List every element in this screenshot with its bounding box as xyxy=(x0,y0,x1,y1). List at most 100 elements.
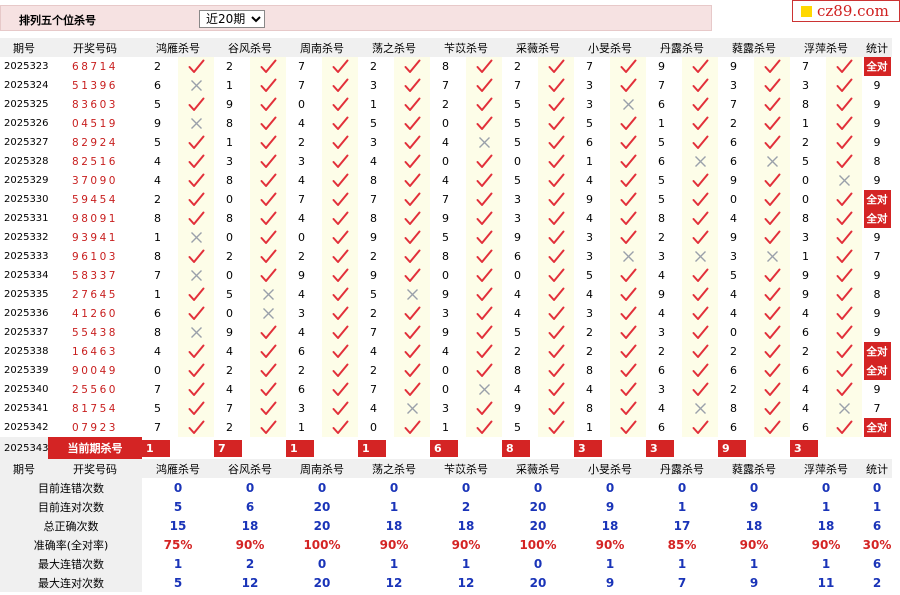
check-icon xyxy=(692,268,708,282)
summary-row: 总正确次数 15 18 20 18 18 20 18 17 18 18 6 xyxy=(0,516,892,535)
kill-number: 9 xyxy=(442,326,449,339)
period-range-select[interactable]: 近20期 xyxy=(199,10,265,28)
check-icon xyxy=(332,192,348,206)
check-icon xyxy=(764,211,780,225)
kill-result xyxy=(466,342,502,361)
kill-result xyxy=(754,209,790,228)
kill-result xyxy=(682,190,718,209)
kill-number: 0 xyxy=(514,269,521,282)
cross-icon xyxy=(190,80,202,91)
kill-number: 2 xyxy=(802,345,809,358)
period-cell: 2025340 xyxy=(4,384,48,395)
kill-result xyxy=(394,342,430,361)
check-icon xyxy=(764,325,780,339)
kill-number: 4 xyxy=(586,383,593,396)
column-header: 小旻杀号 xyxy=(574,459,646,478)
check-icon xyxy=(548,116,564,130)
row-stat: 全对 xyxy=(862,57,892,76)
kill-result xyxy=(322,209,358,228)
all-correct-badge: 全对 xyxy=(863,190,891,209)
column-header: 鸿雁杀号 xyxy=(142,459,214,478)
check-icon xyxy=(332,420,348,434)
kill-number: 0 xyxy=(442,117,449,130)
site-logo[interactable]: cz89.com xyxy=(792,0,900,22)
summary-value: 0 xyxy=(173,480,183,495)
kill-number: 5 xyxy=(154,402,161,415)
summary-value: 18 xyxy=(745,518,763,533)
kill-result xyxy=(538,247,574,266)
check-icon xyxy=(188,211,204,225)
check-icon xyxy=(548,97,564,111)
check-icon xyxy=(620,268,636,282)
check-icon xyxy=(260,154,276,168)
kill-result xyxy=(466,228,502,247)
table-row: 2025330 59454 2 0 7 7 7 3 9 5 0 0 全对 xyxy=(0,190,892,209)
table-row: 2025341 81754 5 7 3 4 3 9 8 4 8 4 7 xyxy=(0,399,892,418)
check-icon xyxy=(836,192,852,206)
kill-number: 4 xyxy=(514,383,521,396)
kill-result xyxy=(754,152,790,171)
kill-result xyxy=(754,76,790,95)
current-kill-number: 1 xyxy=(358,439,386,457)
current-kill-number: 3 xyxy=(790,439,818,457)
check-icon xyxy=(764,230,780,244)
kill-result xyxy=(754,342,790,361)
kill-number: 2 xyxy=(514,60,521,73)
kill-result xyxy=(682,380,718,399)
kill-number: 2 xyxy=(730,117,737,130)
kill-number: 9 xyxy=(226,326,233,339)
check-icon xyxy=(476,287,492,301)
kill-result xyxy=(682,152,718,171)
kill-result xyxy=(322,342,358,361)
check-icon xyxy=(620,154,636,168)
kill-result xyxy=(682,342,718,361)
kill-result xyxy=(754,95,790,114)
kill-number: 8 xyxy=(442,250,449,263)
kill-result xyxy=(466,114,502,133)
kill-result xyxy=(466,57,502,76)
check-icon xyxy=(548,78,564,92)
current-kill-cell: 1 xyxy=(286,437,322,459)
kill-number: 2 xyxy=(514,345,521,358)
summary-value: 90% xyxy=(451,537,481,552)
check-icon xyxy=(836,363,852,377)
kill-result xyxy=(538,190,574,209)
summary-value: 0 xyxy=(821,480,831,495)
winning-numbers: 16463 xyxy=(72,345,118,358)
table-row: 2025324 51396 6 1 7 3 7 7 3 7 3 3 9 xyxy=(0,76,892,95)
table-header-row: 期号 开奖号码 鸿雁杀号 谷风杀号 周南杀号 荡之杀号 苄苡杀号 采薇杀号 小旻杀号 丹露杀号 蕤露… xyxy=(0,38,892,57)
check-icon xyxy=(332,363,348,377)
kill-result xyxy=(538,380,574,399)
kill-number: 5 xyxy=(514,421,521,434)
summary-value: 90% xyxy=(235,537,265,552)
column-header: 期号 xyxy=(0,38,48,57)
kill-number: 3 xyxy=(442,307,449,320)
summary-row: 最大连对次数 5 12 20 12 12 20 9 7 9 11 2 xyxy=(0,573,892,592)
kill-result xyxy=(754,133,790,152)
column-header: 蕤露杀号 xyxy=(718,38,790,57)
kill-number: 3 xyxy=(586,98,593,111)
summary-value: 6 xyxy=(872,556,882,571)
row-stat: 8 xyxy=(873,288,881,301)
kill-number: 9 xyxy=(442,212,449,225)
current-kill-spacer xyxy=(178,437,214,459)
row-stat: 9 xyxy=(873,307,881,320)
kill-number: 2 xyxy=(226,250,233,263)
kill-number: 9 xyxy=(298,269,305,282)
summary-value: 20 xyxy=(529,499,547,514)
summary-value: 0 xyxy=(533,480,543,495)
kill-result xyxy=(394,95,430,114)
kill-result xyxy=(178,342,214,361)
kill-result xyxy=(538,228,574,247)
kill-result xyxy=(754,380,790,399)
summary-value: 5 xyxy=(173,499,183,514)
kill-number: 3 xyxy=(802,231,809,244)
kill-result xyxy=(178,418,214,437)
check-icon xyxy=(620,192,636,206)
summary-label: 总正确次数 xyxy=(0,516,142,535)
kill-result xyxy=(538,152,574,171)
kill-result xyxy=(538,266,574,285)
kill-number: 7 xyxy=(298,60,305,73)
kill-result xyxy=(538,209,574,228)
kill-number: 4 xyxy=(514,288,521,301)
